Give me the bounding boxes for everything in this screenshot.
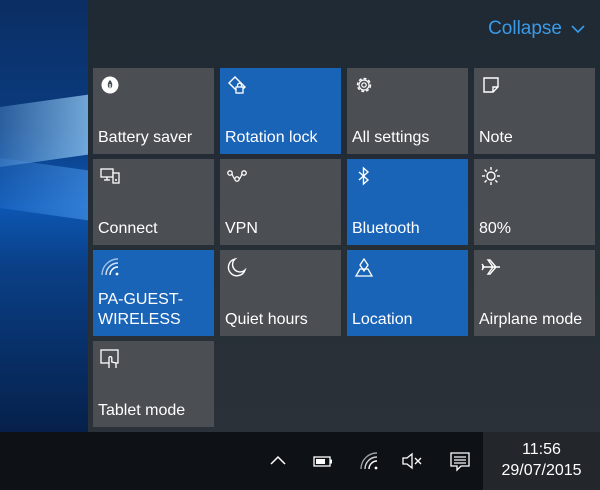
tile-airplane-mode[interactable]: Airplane mode	[474, 250, 595, 336]
collapse-button[interactable]: Collapse	[488, 18, 586, 40]
action-center-icon[interactable]	[449, 450, 471, 472]
tile-quiet-hours[interactable]: Quiet hours	[220, 250, 341, 336]
wifi-icon[interactable]	[358, 450, 380, 472]
tile-label: Airplane mode	[479, 311, 583, 328]
wallpaper-light-beam	[0, 90, 88, 170]
tile-connect[interactable]: Connect	[93, 159, 214, 245]
tile-rotation-lock[interactable]: Rotation lock	[220, 68, 341, 154]
tile-label: Note	[479, 129, 513, 146]
tile-bluetooth[interactable]: Bluetooth	[347, 159, 468, 245]
screen: Collapse Battery saver Rotation lock All…	[0, 0, 600, 490]
tile-label: Bluetooth	[352, 220, 420, 237]
tile-vpn[interactable]: VPN	[220, 159, 341, 245]
taskbar: 11:56 29/07/2015	[0, 432, 600, 490]
tile-note[interactable]: Note	[474, 68, 595, 154]
brightness-icon	[480, 165, 502, 187]
bluetooth-icon	[353, 165, 375, 187]
location-icon	[353, 256, 375, 278]
tile-wifi[interactable]: PA-GUEST- WIRELESS	[93, 250, 214, 336]
tile-label: Connect	[98, 220, 158, 237]
wifi-icon	[99, 256, 121, 278]
collapse-label: Collapse	[488, 18, 562, 39]
chevron-up-icon[interactable]	[267, 450, 289, 472]
action-center-panel: Collapse Battery saver Rotation lock All…	[88, 0, 600, 432]
battery-icon[interactable]	[312, 450, 334, 472]
tile-label: VPN	[225, 220, 258, 237]
tile-location[interactable]: Location	[347, 250, 468, 336]
tile-tablet-mode[interactable]: Tablet mode	[93, 341, 214, 427]
desktop-wallpaper	[0, 0, 88, 432]
chevron-down-icon	[571, 25, 585, 34]
taskbar-clock[interactable]: 11:56 29/07/2015	[483, 432, 600, 490]
tile-label: PA-GUEST- WIRELESS	[98, 291, 184, 328]
tile-label: Location	[352, 311, 413, 328]
clock-date: 29/07/2015	[501, 462, 582, 479]
tile-label: 80%	[479, 220, 512, 237]
battery-saver-icon	[99, 74, 121, 96]
tile-label: Battery saver	[98, 129, 193, 146]
gear-icon	[353, 74, 375, 96]
tile-brightness[interactable]: 80%	[474, 159, 595, 245]
rotation-lock-icon	[226, 74, 248, 96]
tile-label: Tablet mode	[98, 402, 186, 419]
wallpaper-light-beam-lower	[0, 155, 88, 225]
clock-time: 11:56	[522, 441, 561, 458]
tile-label: Quiet hours	[225, 311, 308, 328]
tile-label: All settings	[352, 129, 430, 146]
vpn-icon	[226, 165, 248, 187]
tile-label: Rotation lock	[225, 129, 318, 146]
tile-all-settings[interactable]: All settings	[347, 68, 468, 154]
moon-icon	[226, 256, 248, 278]
tablet-mode-icon	[99, 347, 121, 369]
note-icon	[480, 74, 502, 96]
volume-muted-icon[interactable]	[401, 450, 423, 472]
airplane-icon	[480, 256, 502, 278]
tile-battery-saver[interactable]: Battery saver	[93, 68, 214, 154]
connect-icon	[99, 165, 121, 187]
